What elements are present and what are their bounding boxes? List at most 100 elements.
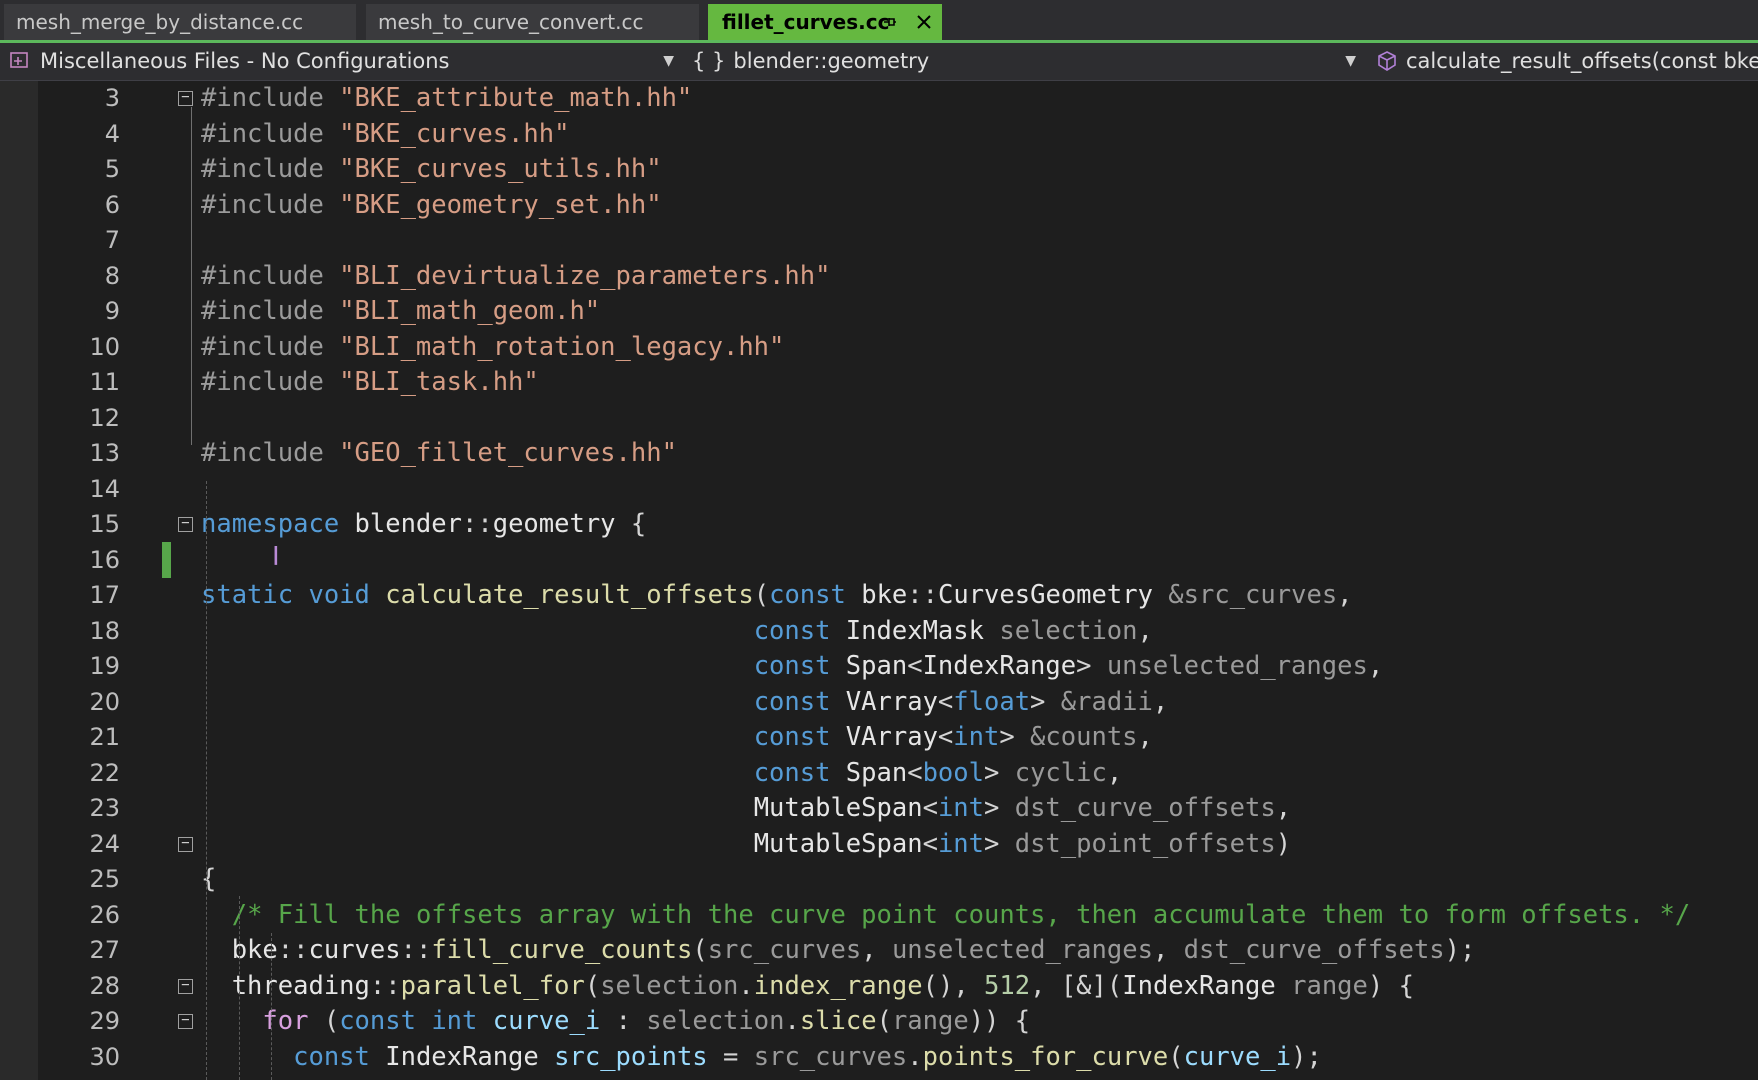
line-number: 25 bbox=[89, 865, 120, 893]
code-line[interactable]: 12 bbox=[0, 401, 1758, 437]
code-token: IndexMask bbox=[830, 615, 984, 646]
code-line[interactable]: 11 #include "BLI_task.hh" bbox=[0, 365, 1758, 401]
code-line[interactable]: 24 − MutableSpan<int> dst_point_offsets) bbox=[0, 827, 1758, 863]
code-token: ( bbox=[876, 1006, 892, 1036]
code-line[interactable]: 20 const VArray<float> &radii, bbox=[0, 685, 1758, 721]
code-line[interactable]: 19 const Span<IndexRange> unselected_ran… bbox=[0, 649, 1758, 685]
code-token: selection bbox=[983, 615, 1138, 646]
code-text: #include "BKE_attribute_math.hh" bbox=[201, 81, 692, 117]
code-line[interactable]: 10 #include "BLI_math_rotation_legacy.hh" bbox=[0, 330, 1758, 366]
code-text: for (const int curve_i : selection.slice… bbox=[201, 1004, 1030, 1040]
code-line[interactable]: 13 #include "GEO_fillet_curves.hh" bbox=[0, 436, 1758, 472]
code-line[interactable]: 3 − #include "BKE_attribute_math.hh" bbox=[0, 81, 1758, 117]
code-text: const Span<IndexRange> unselected_ranges… bbox=[201, 649, 1383, 685]
scope-dropdown[interactable]: { } blender::geometry ▼ bbox=[692, 43, 1362, 80]
code-text: const VArray<int> &counts, bbox=[201, 720, 1153, 756]
code-line[interactable]: 4 #include "BKE_curves.hh" bbox=[0, 117, 1758, 153]
collapse-minus-icon[interactable]: − bbox=[178, 978, 193, 994]
line-number: 23 bbox=[89, 794, 120, 822]
code-token: . bbox=[784, 1006, 800, 1036]
code-line[interactable]: 9 #include "BLI_math_geom.h" bbox=[0, 294, 1758, 330]
line-number: 6 bbox=[104, 190, 120, 219]
code-line[interactable]: 7 bbox=[0, 223, 1758, 259]
line-number: 11 bbox=[89, 368, 120, 396]
code-token: . bbox=[907, 1041, 923, 1072]
code-line[interactable]: 27 bke::curves::fill_curve_counts(src_cu… bbox=[0, 933, 1758, 969]
line-number: 29 bbox=[89, 1007, 120, 1035]
code-line[interactable]: 23 MutableSpan<int> dst_curve_offsets, bbox=[0, 791, 1758, 827]
code-token: const bbox=[339, 1006, 416, 1036]
code-token: Span bbox=[830, 651, 908, 681]
code-line[interactable]: 8 #include "BLI_devirtualize_parameters.h… bbox=[0, 259, 1758, 295]
tab-mesh-to-curve-convert[interactable]: mesh_to_curve_convert.cc bbox=[366, 4, 699, 40]
code-line[interactable]: 16 bbox=[0, 543, 1758, 579]
code-token: blender bbox=[339, 509, 462, 539]
code-token: :: bbox=[907, 580, 938, 610]
code-line[interactable]: 30 const IndexRange src_points = src_cur… bbox=[0, 1040, 1758, 1076]
code-token: < bbox=[922, 793, 938, 823]
pin-icon[interactable] bbox=[882, 4, 898, 40]
code-token: selection bbox=[600, 970, 739, 1001]
code-token: , bbox=[1137, 615, 1153, 646]
collapse-minus-icon[interactable]: − bbox=[178, 90, 193, 106]
line-number: 30 bbox=[89, 1042, 120, 1071]
code-line[interactable]: 18 const IndexMask selection, bbox=[0, 614, 1758, 650]
collapse-minus-icon[interactable]: − bbox=[178, 836, 193, 852]
code-line[interactable]: 29− for (const int curve_i : selection.s… bbox=[0, 1004, 1758, 1040]
code-line[interactable]: 28 − threading::parallel_for(selection.in… bbox=[0, 969, 1758, 1005]
code-token: int bbox=[937, 793, 984, 823]
code-text: bke::curves::fill_curve_counts(src_curve… bbox=[201, 933, 1476, 969]
line-number: 22 bbox=[89, 758, 120, 787]
tab-fillet-curves[interactable]: fillet_curves.cc bbox=[708, 4, 942, 40]
code-line[interactable]: 17 static void calculate_result_offsets(c… bbox=[0, 578, 1758, 614]
code-line[interactable]: 25 { bbox=[0, 862, 1758, 898]
code-token: , bbox=[1152, 935, 1184, 965]
code-line[interactable]: 6 #include "BKE_geometry_set.hh" bbox=[0, 188, 1758, 224]
code-token: threading bbox=[201, 970, 370, 1001]
close-icon[interactable] bbox=[916, 4, 932, 40]
code-token: src_curves bbox=[707, 935, 862, 965]
code-token: ) { bbox=[1367, 970, 1414, 1001]
code-line[interactable]: 22 const Span<bool> cyclic, bbox=[0, 756, 1758, 792]
member-dropdown[interactable]: calculate_result_offsets(const bke::Curv… bbox=[1376, 43, 1758, 80]
tab-mesh-merge-by-distance[interactable]: mesh_merge_by_distance.cc bbox=[4, 4, 356, 40]
line-number: 26 bbox=[89, 900, 120, 929]
collapse-minus-icon[interactable]: − bbox=[178, 516, 193, 532]
code-token: #include bbox=[201, 367, 340, 397]
code-token: &radii bbox=[1045, 686, 1153, 717]
code-token: #include bbox=[201, 331, 340, 362]
code-line[interactable]: 14 bbox=[0, 472, 1758, 508]
line-number: 21 bbox=[89, 723, 120, 751]
code-line[interactable]: 21 const VArray<int> &counts, bbox=[0, 720, 1758, 756]
code-token: < bbox=[937, 722, 954, 752]
code-token: )) { bbox=[968, 1006, 1031, 1036]
code-token: , bbox=[1152, 686, 1169, 717]
scope-label: blender::geometry bbox=[733, 49, 930, 73]
chevron-down-icon: ▼ bbox=[1345, 53, 1356, 69]
code-token: #include bbox=[201, 260, 340, 291]
code-text: #include "BKE_curves.hh" bbox=[201, 117, 569, 153]
project-dropdown[interactable]: Miscellaneous Files - No Configurations … bbox=[10, 43, 680, 80]
line-number: 3 bbox=[104, 84, 120, 112]
code-text: MutableSpan<int> dst_curve_offsets, bbox=[201, 791, 1291, 827]
code-token: fill_curve_counts bbox=[431, 935, 693, 965]
code-editor[interactable]: 3− #include "BKE_attribute_math.hh" 4 #incl… bbox=[0, 81, 1758, 1080]
code-token: index_range bbox=[753, 970, 923, 1001]
code-line[interactable]: 26 /* Fill the offsets array with the cu… bbox=[0, 898, 1758, 934]
code-token: #include bbox=[201, 296, 340, 326]
code-token: namespace bbox=[201, 509, 340, 539]
collapse-minus-icon[interactable]: − bbox=[178, 1013, 193, 1029]
code-token: unselected_ranges bbox=[1091, 651, 1368, 681]
code-text: #include "BLI_devirtualize_parameters.hh… bbox=[201, 259, 830, 295]
code-line[interactable]: 5 #include "BKE_curves_utils.hh" bbox=[0, 152, 1758, 188]
code-line[interactable]: 15 − namespace blender::geometry { bbox=[0, 507, 1758, 543]
code-token: static bbox=[201, 580, 294, 610]
code-token: , bbox=[1106, 757, 1123, 788]
text-cursor-icon: Ι bbox=[272, 542, 280, 572]
line-number: 14 bbox=[89, 474, 120, 503]
